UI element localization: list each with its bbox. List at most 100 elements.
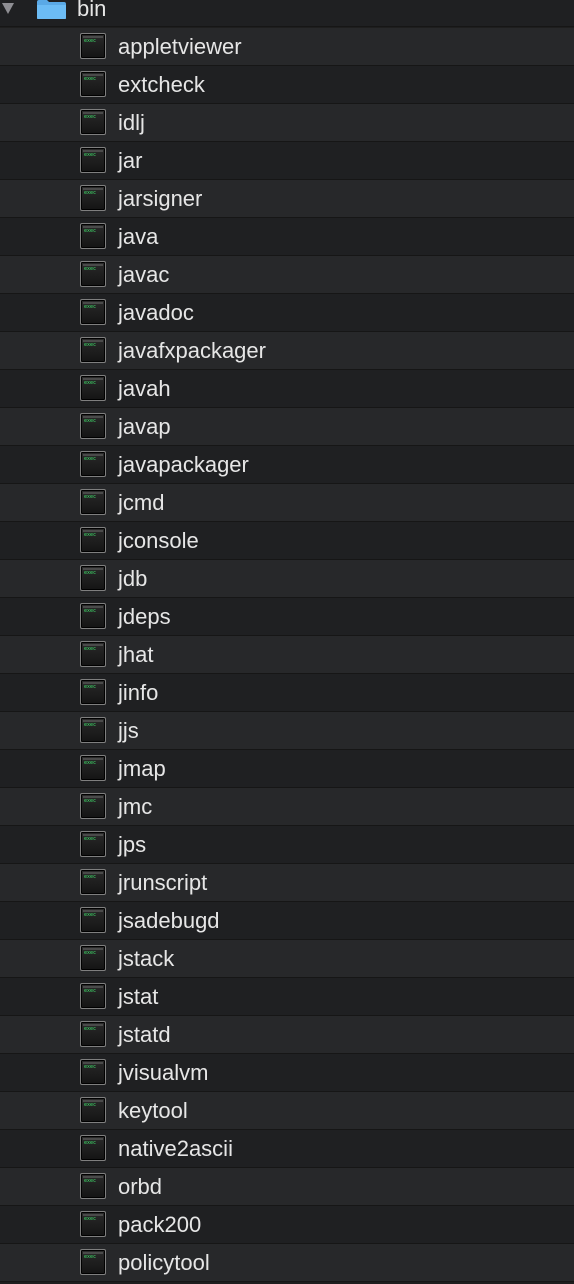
exec-prompt-label: exec — [84, 532, 97, 538]
file-name: jvisualvm — [118, 1060, 209, 1085]
file-row[interactable]: exec jhat — [0, 636, 574, 674]
file-row[interactable]: exec jcmd — [0, 484, 574, 522]
unix-executable-icon: exec — [80, 1211, 106, 1237]
exec-prompt-label: exec — [84, 570, 97, 576]
exec-prompt-label: exec — [84, 494, 97, 500]
unix-executable-icon: exec — [80, 109, 106, 135]
exec-prompt-label: exec — [84, 1140, 97, 1146]
file-row[interactable]: exec javac — [0, 256, 574, 294]
unix-executable-icon: exec — [80, 337, 106, 363]
unix-executable-icon: exec — [80, 755, 106, 781]
unix-executable-icon: exec — [80, 147, 106, 173]
exec-prompt-label: exec — [84, 342, 97, 348]
unix-executable-icon: exec — [80, 1059, 106, 1085]
unix-executable-icon: exec — [80, 717, 106, 743]
file-row[interactable]: exec jstat — [0, 978, 574, 1016]
exec-prompt-label: exec — [84, 1216, 97, 1222]
file-row[interactable]: exec jar — [0, 142, 574, 180]
file-row[interactable]: exec jvisualvm — [0, 1054, 574, 1092]
file-name: jinfo — [118, 680, 159, 705]
file-name: appletviewer — [118, 34, 242, 59]
file-name: javap — [118, 414, 171, 439]
file-name: javafxpackager — [118, 338, 266, 363]
unix-executable-icon: exec — [80, 375, 106, 401]
file-row[interactable]: exec jconsole — [0, 522, 574, 560]
exec-prompt-label: exec — [84, 418, 97, 424]
unix-executable-icon: exec — [80, 299, 106, 325]
file-row[interactable]: exec javafxpackager — [0, 332, 574, 370]
exec-prompt-label: exec — [84, 608, 97, 614]
unix-executable-icon: exec — [80, 527, 106, 553]
finder-list-view: bin exec appletviewer exec extcheck exec idlj… — [0, 0, 574, 1284]
file-row[interactable]: exec javadoc — [0, 294, 574, 332]
file-row[interactable]: exec jrunscript — [0, 864, 574, 902]
file-row[interactable]: exec javapackager — [0, 446, 574, 484]
unix-executable-icon: exec — [80, 565, 106, 591]
file-row[interactable]: exec jps — [0, 826, 574, 864]
unix-executable-icon: exec — [80, 983, 106, 1009]
file-name: orbd — [118, 1174, 163, 1199]
file-name: native2ascii — [118, 1136, 233, 1161]
file-row[interactable]: exec jjs — [0, 712, 574, 750]
folder-row-bin[interactable]: bin — [0, 0, 574, 27]
file-name: javac — [118, 262, 170, 287]
exec-prompt-label: exec — [84, 114, 97, 120]
folder-name: bin — [77, 0, 107, 21]
exec-prompt-label: exec — [84, 912, 97, 918]
folder-icon — [37, 0, 66, 19]
file-name: jstack — [118, 946, 175, 971]
file-row[interactable]: exec jstack — [0, 940, 574, 978]
unix-executable-icon: exec — [80, 1097, 106, 1123]
exec-prompt-label: exec — [84, 1102, 97, 1108]
file-name: jarsigner — [118, 186, 203, 211]
file-row[interactable]: exec jdb — [0, 560, 574, 598]
file-row[interactable]: exec jarsigner — [0, 180, 574, 218]
file-row[interactable]: exec extcheck — [0, 66, 574, 104]
file-name: java — [118, 224, 159, 249]
exec-prompt-label: exec — [84, 152, 97, 158]
file-name: jjs — [118, 718, 139, 743]
unix-executable-icon: exec — [80, 71, 106, 97]
file-row[interactable]: exec javap — [0, 408, 574, 446]
file-row[interactable]: exec native2ascii — [0, 1130, 574, 1168]
file-row[interactable]: exec java — [0, 218, 574, 256]
file-name: jmc — [118, 794, 153, 819]
exec-prompt-label: exec — [84, 874, 97, 880]
file-row[interactable]: exec jstatd — [0, 1016, 574, 1054]
file-row[interactable]: exec idlj — [0, 104, 574, 142]
exec-prompt-label: exec — [84, 228, 97, 234]
file-row[interactable]: exec policytool — [0, 1244, 574, 1282]
exec-prompt-label: exec — [84, 190, 97, 196]
unix-executable-icon: exec — [80, 831, 106, 857]
file-name: jstatd — [118, 1022, 171, 1047]
file-name: extcheck — [118, 72, 205, 97]
file-row[interactable]: exec javah — [0, 370, 574, 408]
exec-prompt-label: exec — [84, 836, 97, 842]
file-row[interactable]: exec jinfo — [0, 674, 574, 712]
file-row[interactable]: exec appletviewer — [0, 28, 574, 66]
file-name: idlj — [118, 110, 145, 135]
unix-executable-icon: exec — [80, 185, 106, 211]
unix-executable-icon: exec — [80, 793, 106, 819]
exec-prompt-label: exec — [84, 798, 97, 804]
exec-prompt-label: exec — [84, 988, 97, 994]
exec-prompt-label: exec — [84, 266, 97, 272]
file-row[interactable]: exec jdeps — [0, 598, 574, 636]
file-row[interactable]: exec keytool — [0, 1092, 574, 1130]
file-row[interactable]: exec jmap — [0, 750, 574, 788]
file-name: jrunscript — [118, 870, 208, 895]
file-name: pack200 — [118, 1212, 202, 1237]
file-row[interactable]: exec jmc — [0, 788, 574, 826]
unix-executable-icon: exec — [80, 679, 106, 705]
file-name: javapackager — [118, 452, 249, 477]
file-row[interactable]: exec pack200 — [0, 1206, 574, 1244]
file-name: policytool — [118, 1250, 210, 1275]
exec-prompt-label: exec — [84, 1178, 97, 1184]
file-name: jhat — [118, 642, 154, 667]
disclosure-triangle-icon[interactable] — [2, 3, 14, 14]
file-row[interactable]: exec jsadebugd — [0, 902, 574, 940]
exec-prompt-label: exec — [84, 760, 97, 766]
file-row[interactable]: exec orbd — [0, 1168, 574, 1206]
unix-executable-icon: exec — [80, 603, 106, 629]
unix-executable-icon: exec — [80, 33, 106, 59]
